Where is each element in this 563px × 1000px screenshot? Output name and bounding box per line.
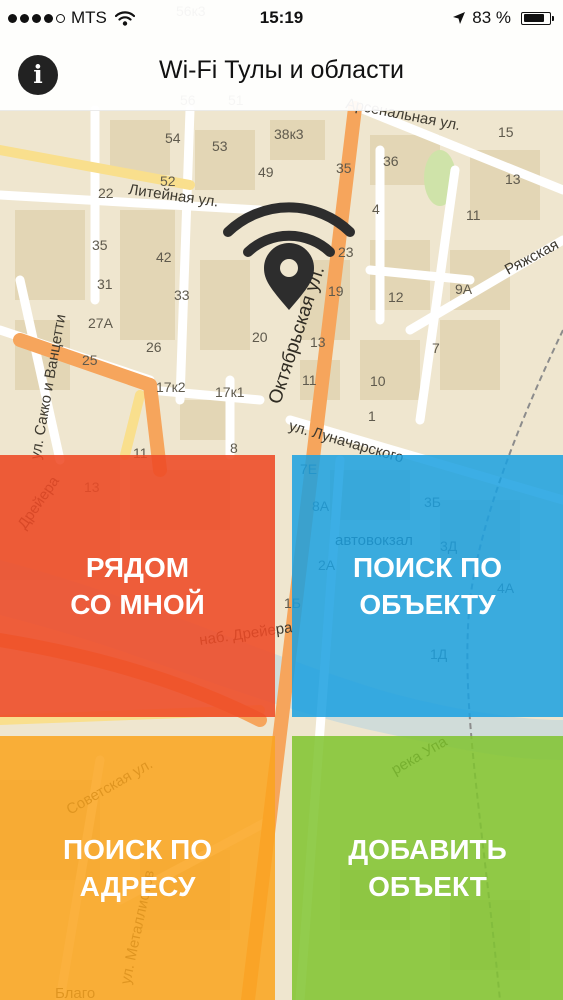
- svg-text:17к2: 17к2: [156, 379, 186, 395]
- battery-percent: 83 %: [472, 8, 511, 27]
- svg-text:26: 26: [146, 339, 162, 355]
- search-by-object-button[interactable]: ПОИСК ПО ОБЪЕКТУ: [292, 455, 563, 717]
- svg-text:1: 1: [368, 408, 376, 424]
- status-right: 83 %: [452, 8, 554, 28]
- svg-text:9А: 9А: [455, 281, 473, 297]
- page-title: Wi-Fi Тулы и области: [159, 56, 404, 84]
- add-object-button[interactable]: ДОБАВИТЬ ОБЪЕКТ: [292, 736, 563, 1000]
- svg-text:19: 19: [328, 283, 344, 299]
- svg-text:38к3: 38к3: [274, 126, 304, 142]
- svg-text:17к1: 17к1: [215, 384, 245, 400]
- svg-text:22: 22: [98, 185, 114, 201]
- svg-text:15: 15: [498, 124, 514, 140]
- svg-text:13: 13: [310, 334, 326, 350]
- nav-bar: i Wi-Fi Тулы и области: [0, 36, 563, 111]
- svg-text:42: 42: [156, 249, 172, 265]
- svg-text:49: 49: [258, 164, 274, 180]
- battery-icon: [521, 11, 554, 25]
- svg-text:11: 11: [302, 372, 317, 388]
- svg-text:23: 23: [338, 244, 354, 260]
- svg-text:36: 36: [383, 153, 399, 169]
- svg-text:7: 7: [432, 340, 440, 356]
- svg-text:35: 35: [92, 237, 108, 253]
- svg-text:35: 35: [336, 160, 352, 176]
- svg-text:53: 53: [212, 138, 228, 154]
- svg-text:4: 4: [372, 201, 380, 217]
- svg-text:33: 33: [174, 287, 190, 303]
- svg-text:25: 25: [82, 352, 98, 368]
- svg-text:54: 54: [165, 130, 181, 146]
- svg-text:27А: 27А: [88, 315, 114, 331]
- location-arrow-icon: [453, 12, 466, 24]
- svg-text:12: 12: [388, 289, 404, 305]
- svg-text:20: 20: [252, 329, 268, 345]
- svg-text:10: 10: [370, 373, 386, 389]
- svg-text:8: 8: [230, 440, 238, 456]
- svg-text:31: 31: [97, 276, 113, 292]
- nearby-button[interactable]: РЯДОМ СО МНОЙ: [0, 455, 275, 717]
- svg-text:13: 13: [505, 171, 521, 187]
- status-bar: MTS 15:19 83 %: [0, 0, 563, 36]
- svg-text:11: 11: [466, 207, 481, 223]
- search-by-address-button[interactable]: ПОИСК ПО АДРЕСУ: [0, 736, 275, 1000]
